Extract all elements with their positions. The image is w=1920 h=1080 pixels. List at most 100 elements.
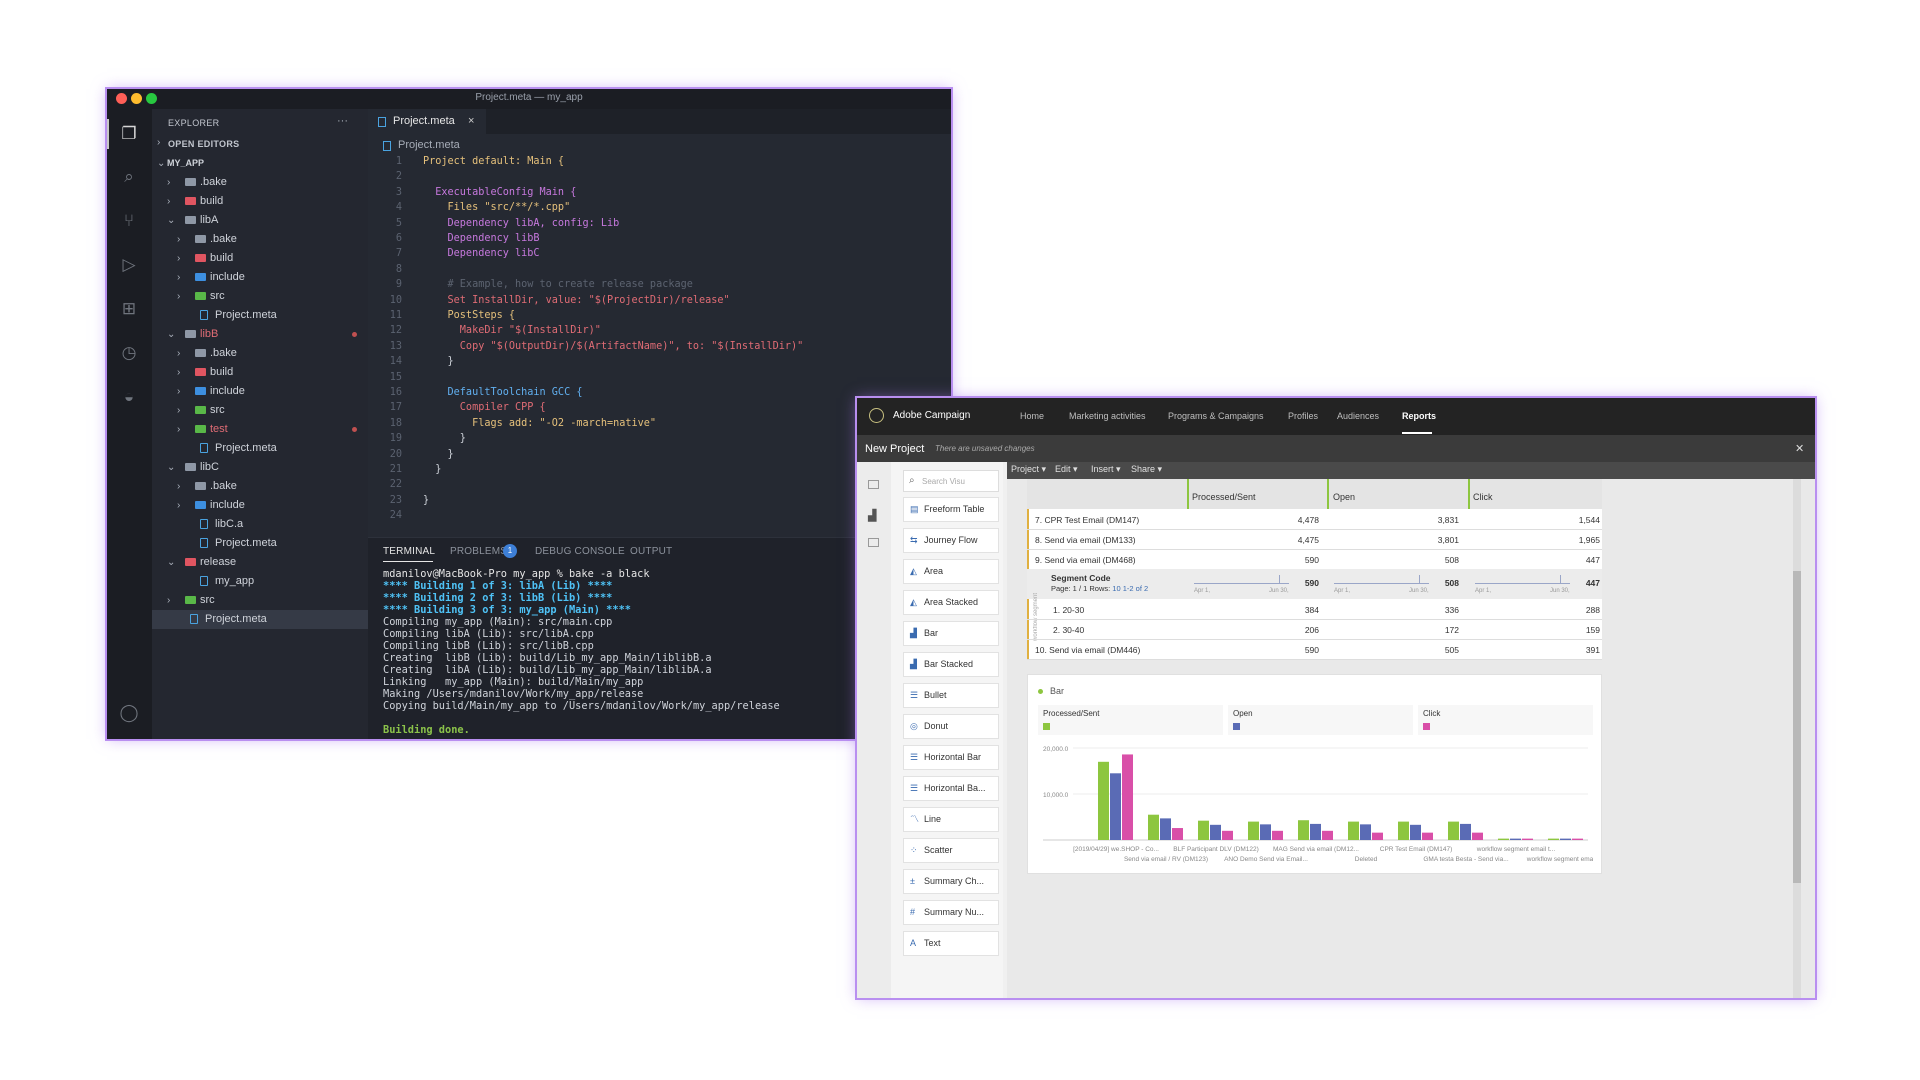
tree-folder[interactable]: › src — [152, 401, 368, 420]
viz-item[interactable]: ▟ Bar Stacked — [903, 652, 999, 677]
timeline-icon[interactable]: ◷ — [117, 341, 141, 365]
tree-folder[interactable]: › include — [152, 496, 368, 515]
tree-folder[interactable]: › src — [152, 287, 368, 306]
tab-output[interactable]: OUTPUT — [630, 546, 672, 557]
line-text: # Example, how to create release package — [423, 279, 693, 291]
column-header-click[interactable]: Click — [1473, 492, 1493, 502]
tree-folder[interactable]: ⌄ MY_APP — [152, 154, 368, 173]
tree-item-label: libB — [200, 328, 219, 340]
bar — [1160, 818, 1171, 840]
viz-item[interactable]: ◭ Area — [903, 559, 999, 584]
tree-folder[interactable]: ⌄ libC — [152, 458, 368, 477]
viz-item[interactable]: ⁘ Scatter — [903, 838, 999, 863]
search-visualizations-input[interactable]: ⌕ Search Visu — [903, 470, 999, 492]
viz-item[interactable]: ⇆ Journey Flow — [903, 528, 999, 553]
nav-programs-campaigns[interactable]: Programs & Campaigns — [1168, 411, 1264, 421]
tree-item-label: MY_APP — [167, 158, 205, 168]
open-editors-section[interactable]: › OPEN EDITORS — [152, 135, 368, 153]
tree-folder[interactable]: › .bake — [152, 230, 368, 249]
scrollbar[interactable] — [1793, 479, 1801, 998]
docker-icon[interactable]: ◒ — [117, 385, 141, 409]
tree-folder[interactable]: › include — [152, 382, 368, 401]
table-row-label[interactable]: 7. CPR Test Email (DM147) — [1035, 515, 1139, 525]
search-icon[interactable]: ⌕ — [117, 165, 141, 189]
tab-debug-console[interactable]: DEBUG CONSOLE — [535, 546, 625, 557]
close-tab-icon[interactable]: × — [468, 109, 474, 134]
menu-insert[interactable]: Insert ▾ — [1091, 464, 1121, 475]
tree-folder[interactable]: › include — [152, 268, 368, 287]
viz-item[interactable]: ± Summary Ch... — [903, 869, 999, 894]
tab-project-meta[interactable]: Project.meta × — [368, 109, 486, 134]
tree-folder[interactable]: › test — [152, 420, 368, 439]
table-row-label[interactable]: 1. 20-30 — [1053, 605, 1084, 615]
viz-item[interactable]: ◎ Donut — [903, 714, 999, 739]
tab-problems[interactable]: PROBLEMS — [450, 546, 507, 557]
tree-folder[interactable]: › build — [152, 249, 368, 268]
line-text: } — [423, 433, 466, 445]
tree-file[interactable]: Project.meta — [152, 534, 368, 553]
run-debug-icon[interactable]: ▷ — [117, 253, 141, 277]
nav-audiences[interactable]: Audiences — [1337, 411, 1379, 421]
viz-item[interactable]: ▤ Freeform Table — [903, 497, 999, 522]
viz-item[interactable]: ◭ Area Stacked — [903, 590, 999, 615]
column-header-processed[interactable]: Processed/Sent — [1192, 492, 1256, 502]
tree-item-label: build — [210, 252, 234, 264]
tree-folder[interactable]: ⌄ libA — [152, 211, 368, 230]
files-icon[interactable]: ❐ — [117, 122, 141, 146]
report-canvas: Processed/Sent Open Click 7. CPR Test Em… — [1007, 479, 1815, 998]
column-header-open[interactable]: Open — [1333, 492, 1355, 502]
visualizations-icon[interactable]: ▟ — [868, 509, 876, 522]
bar — [1098, 761, 1109, 840]
tree-folder[interactable]: › .bake — [152, 344, 368, 363]
tree-file[interactable]: libC.a — [152, 515, 368, 534]
tab-terminal[interactable]: TERMINAL — [383, 546, 435, 557]
folder-icon — [195, 425, 206, 433]
breadcrumb-label: Project.meta — [398, 139, 460, 151]
table-cell-value: 4,475 — [1297, 535, 1319, 545]
viz-item[interactable]: A Text — [903, 931, 999, 956]
nav-home[interactable]: Home — [1020, 411, 1044, 421]
close-project-button[interactable]: ✕ — [1795, 442, 1804, 455]
tree-item-label: src — [210, 404, 225, 416]
extensions-icon[interactable]: ⊞ — [117, 297, 141, 321]
source-control-icon[interactable]: ⑂ — [117, 209, 141, 233]
components-icon[interactable] — [868, 538, 879, 547]
rows-select[interactable]: 10 — [1112, 584, 1120, 593]
tree-file[interactable]: Project.meta — [152, 610, 368, 629]
tree-folder[interactable]: › build — [152, 192, 368, 211]
tree-folder[interactable]: › .bake — [152, 477, 368, 496]
tree-file[interactable]: Project.meta — [152, 306, 368, 325]
menu-edit[interactable]: Edit ▾ — [1055, 464, 1078, 475]
scroll-thumb[interactable] — [1793, 571, 1801, 883]
viz-item[interactable]: ▟ Bar — [903, 621, 999, 646]
nav-marketing-activities[interactable]: Marketing activities — [1069, 411, 1146, 421]
tree-folder[interactable]: › .bake — [152, 173, 368, 192]
tree-folder[interactable]: › build — [152, 363, 368, 382]
viz-item[interactable]: ☰ Bullet — [903, 683, 999, 708]
viz-item-label: Scatter — [924, 845, 953, 855]
tree-folder[interactable]: ⌄ libB — [152, 325, 368, 344]
table-row-label[interactable]: 9. Send via email (DM468) — [1035, 555, 1136, 565]
nav-profiles[interactable]: Profiles — [1288, 411, 1318, 421]
account-icon[interactable]: ◯ — [117, 701, 141, 725]
nav-reports[interactable]: Reports — [1402, 411, 1436, 421]
line-number: 1 — [395, 156, 402, 167]
viz-item[interactable]: # Summary Nu... — [903, 900, 999, 925]
menu-project[interactable]: Project ▾ — [1011, 464, 1046, 475]
bar — [1560, 838, 1571, 840]
viz-item[interactable]: ☰ Horizontal Ba... — [903, 776, 999, 801]
tree-folder[interactable]: › src — [152, 591, 368, 610]
tree-file[interactable]: my_app — [152, 572, 368, 591]
tree-item-label: libA — [200, 214, 219, 226]
adobe-campaign-logo-icon[interactable] — [869, 408, 884, 423]
explorer-more-button[interactable]: ··· — [337, 115, 348, 127]
tree-folder[interactable]: ⌄ release — [152, 553, 368, 572]
viz-item[interactable]: 〽 Line — [903, 807, 999, 832]
table-row-label[interactable]: 10. Send via email (DM446) — [1035, 645, 1140, 655]
table-row-label[interactable]: 2. 30-40 — [1053, 625, 1084, 635]
table-row-label[interactable]: 8. Send via email (DM133) — [1035, 535, 1136, 545]
panels-icon[interactable] — [868, 480, 879, 489]
viz-item[interactable]: ☰ Horizontal Bar — [903, 745, 999, 770]
menu-share[interactable]: Share ▾ — [1131, 464, 1162, 475]
tree-file[interactable]: Project.meta — [152, 439, 368, 458]
